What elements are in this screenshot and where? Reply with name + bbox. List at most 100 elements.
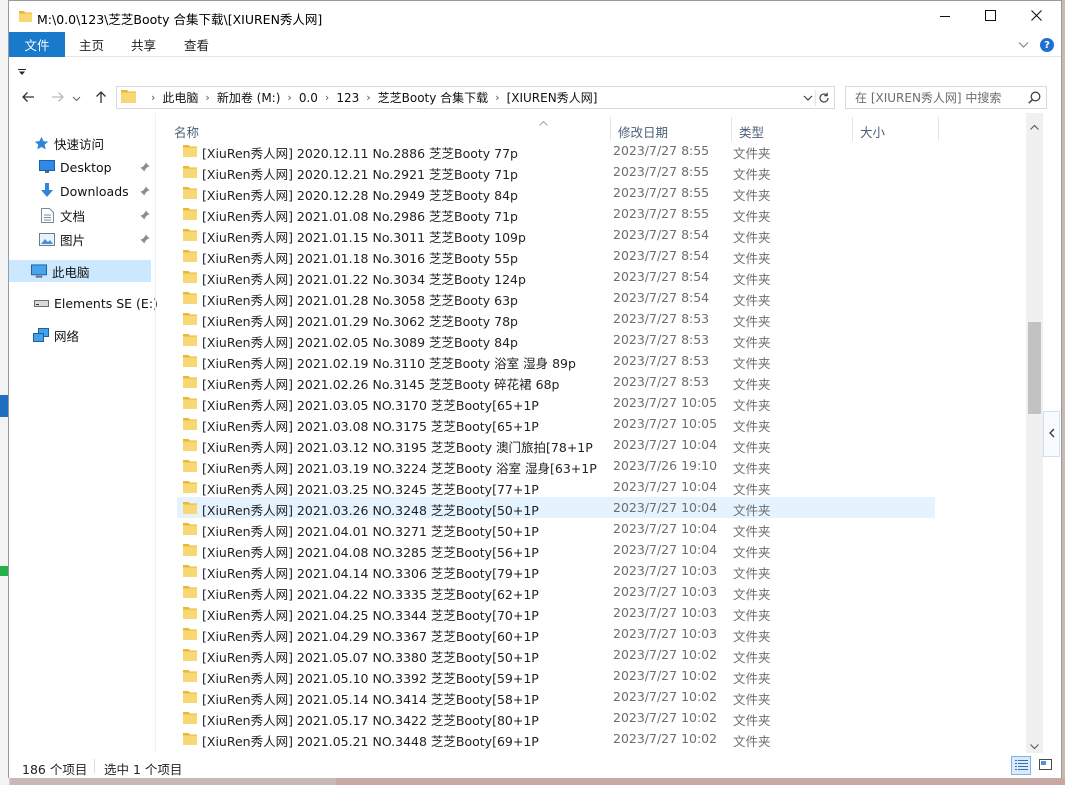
title-bar[interactable]: M:\0.0\123\芝芝Booty 合集下载\[XIUREN秀人网] bbox=[9, 1, 1061, 32]
file-row[interactable]: [XiuRen秀人网] 2020.12.11 No.2886 芝芝Booty 7… bbox=[177, 140, 935, 161]
column-header-type[interactable]: 类型 bbox=[739, 122, 764, 141]
file-row[interactable]: [XiuRen秀人网] 2021.05.10 NO.3392 芝芝Booty[5… bbox=[177, 665, 935, 686]
help-icon[interactable]: ? bbox=[1040, 38, 1054, 52]
breadcrumb-separator-icon[interactable]: › bbox=[495, 91, 499, 104]
file-row[interactable]: [XiuRen秀人网] 2021.03.25 NO.3245 芝芝Booty[7… bbox=[177, 476, 935, 497]
pin-icon[interactable] bbox=[140, 208, 150, 223]
file-name: [XiuRen秀人网] 2020.12.21 No.2921 芝芝Booty 7… bbox=[202, 167, 518, 182]
folder-icon bbox=[183, 522, 197, 538]
tab-home[interactable]: 主页 bbox=[79, 32, 104, 57]
large-icons-view-button[interactable] bbox=[1035, 756, 1055, 775]
preview-pane-toggle[interactable] bbox=[1043, 411, 1060, 457]
column-divider[interactable] bbox=[938, 117, 939, 141]
file-row[interactable]: [XiuRen秀人网] 2021.04.22 NO.3335 芝芝Booty[6… bbox=[177, 581, 935, 602]
file-row[interactable]: [XiuRen秀人网] 2021.03.19 NO.3224 芝芝Booty 浴… bbox=[177, 455, 935, 476]
file-row[interactable]: [XiuRen秀人网] 2021.01.28 No.3058 芝芝Booty 6… bbox=[177, 287, 935, 308]
file-row[interactable]: [XiuRen秀人网] 2021.02.05 No.3089 芝芝Booty 8… bbox=[177, 329, 935, 350]
minimize-button[interactable] bbox=[922, 1, 968, 32]
folder-icon bbox=[183, 480, 197, 496]
breadcrumb-separator-icon[interactable]: › bbox=[287, 91, 291, 104]
scroll-down-arrow-icon[interactable] bbox=[1030, 739, 1039, 753]
file-row[interactable]: [XiuRen秀人网] 2020.12.28 No.2949 芝芝Booty 8… bbox=[177, 182, 935, 203]
tab-file[interactable]: 文件 bbox=[9, 32, 65, 57]
pin-icon[interactable] bbox=[140, 232, 150, 247]
up-button[interactable] bbox=[92, 89, 110, 107]
breadcrumb-separator-icon[interactable]: › bbox=[205, 91, 209, 104]
column-header-date[interactable]: 修改日期 bbox=[618, 122, 668, 141]
star-icon bbox=[33, 135, 49, 151]
breadcrumb-folder-collection[interactable]: 芝芝Booty 合集下载 bbox=[378, 89, 489, 106]
nav-item-documents[interactable]: 文档 bbox=[39, 204, 155, 226]
file-date: 2023/7/27 10:02 bbox=[613, 689, 718, 704]
back-button[interactable] bbox=[19, 89, 37, 107]
window-title: M:\0.0\123\芝芝Booty 合集下载\[XIUREN秀人网] bbox=[37, 12, 323, 27]
expand-ribbon-chevron-icon[interactable] bbox=[1018, 38, 1029, 52]
file-row[interactable]: [XiuRen秀人网] 2021.03.26 NO.3248 芝芝Booty[5… bbox=[177, 497, 935, 518]
search-input[interactable] bbox=[846, 87, 1026, 108]
nav-item-pictures[interactable]: 图片 bbox=[39, 228, 155, 250]
breadcrumb-current-folder[interactable]: [XIUREN秀人网] bbox=[507, 89, 598, 106]
file-row[interactable]: [XiuRen秀人网] 2021.03.12 NO.3195 芝芝Booty 澳… bbox=[177, 434, 935, 455]
address-dropdown-chevron-icon[interactable] bbox=[803, 91, 813, 105]
nav-item-downloads[interactable]: Downloads bbox=[39, 180, 155, 202]
scrollbar-thumb[interactable] bbox=[1028, 322, 1041, 414]
vertical-scrollbar[interactable] bbox=[1026, 113, 1043, 753]
file-row[interactable]: [XiuRen秀人网] 2021.05.14 NO.3414 芝芝Booty[5… bbox=[177, 686, 935, 707]
file-row[interactable]: [XiuRen秀人网] 2021.02.19 No.3110 芝芝Booty 浴… bbox=[177, 350, 935, 371]
details-view-button[interactable] bbox=[1011, 756, 1031, 775]
file-row[interactable]: [XiuRen秀人网] 2021.01.22 No.3034 芝芝Booty 1… bbox=[177, 266, 935, 287]
file-row[interactable]: [XiuRen秀人网] 2021.04.29 NO.3367 芝芝Booty[6… bbox=[177, 623, 935, 644]
file-row[interactable]: [XiuRen秀人网] 2021.04.08 NO.3285 芝芝Booty[5… bbox=[177, 539, 935, 560]
customize-toolbar-arrow-icon[interactable] bbox=[18, 65, 27, 79]
file-row[interactable]: [XiuRen秀人网] 2021.01.15 No.3011 芝芝Booty 1… bbox=[177, 224, 935, 245]
nav-item-desktop[interactable]: Desktop bbox=[39, 156, 155, 178]
file-row[interactable]: [XiuRen秀人网] 2021.02.26 No.3145 芝芝Booty 碎… bbox=[177, 371, 935, 392]
search-box[interactable] bbox=[845, 86, 1047, 109]
column-header-size[interactable]: 大小 bbox=[860, 122, 885, 141]
breadcrumb-folder-0-0[interactable]: 0.0 bbox=[299, 91, 318, 105]
file-row[interactable]: [XiuRen秀人网] 2021.03.08 NO.3175 芝芝Booty[6… bbox=[177, 413, 935, 434]
close-button[interactable] bbox=[1013, 1, 1059, 32]
breadcrumb-drive[interactable]: 新加卷 (M:) bbox=[217, 89, 281, 106]
file-row[interactable]: [XiuRen秀人网] 2021.03.05 NO.3170 芝芝Booty[6… bbox=[177, 392, 935, 413]
breadcrumb-this-pc[interactable]: 此电脑 bbox=[162, 89, 198, 106]
file-row[interactable]: [XiuRen秀人网] 2021.01.18 No.3016 芝芝Booty 5… bbox=[177, 245, 935, 266]
refresh-icon[interactable] bbox=[815, 90, 832, 106]
sort-ascending-icon bbox=[539, 115, 548, 129]
breadcrumb-separator-icon[interactable]: › bbox=[325, 91, 329, 104]
file-date: 2023/7/27 8:54 bbox=[613, 290, 710, 305]
nav-item-network[interactable]: 网络 bbox=[33, 324, 79, 346]
file-row[interactable]: [XiuRen秀人网] 2021.04.01 NO.3271 芝芝Booty[5… bbox=[177, 518, 935, 539]
breadcrumb-folder-123[interactable]: 123 bbox=[336, 91, 359, 105]
pane-divider[interactable] bbox=[155, 113, 156, 753]
up-arrow-icon bbox=[95, 90, 107, 107]
file-row[interactable]: [XiuRen秀人网] 2021.04.25 NO.3344 芝芝Booty[7… bbox=[177, 602, 935, 623]
folder-icon bbox=[183, 459, 197, 475]
column-header-name[interactable]: 名称 bbox=[174, 122, 199, 141]
tab-view[interactable]: 查看 bbox=[184, 32, 209, 57]
tab-share[interactable]: 共享 bbox=[131, 32, 156, 57]
pin-icon[interactable] bbox=[140, 184, 150, 199]
nav-item-external-drive[interactable]: Elements SE (E:) bbox=[33, 292, 158, 314]
file-row[interactable]: [XiuRen秀人网] 2021.01.08 No.2986 芝芝Booty 7… bbox=[177, 203, 935, 224]
maximize-button[interactable] bbox=[967, 1, 1013, 32]
nav-item-quick-access[interactable]: 快速访问 bbox=[33, 132, 104, 154]
file-row[interactable]: [XiuRen秀人网] 2021.01.29 No.3062 芝芝Booty 7… bbox=[177, 308, 935, 329]
file-row[interactable]: [XiuRen秀人网] 2020.12.21 No.2921 芝芝Booty 7… bbox=[177, 161, 935, 182]
file-row[interactable]: [XiuRen秀人网] 2021.05.17 NO.3422 芝芝Booty[8… bbox=[177, 707, 935, 728]
search-icon[interactable] bbox=[1028, 91, 1041, 107]
column-divider[interactable] bbox=[610, 117, 611, 141]
file-row[interactable]: [XiuRen秀人网] 2021.05.07 NO.3380 芝芝Booty[5… bbox=[177, 644, 935, 665]
file-row[interactable]: [XiuRen秀人网] 2021.05.21 NO.3448 芝芝Booty[6… bbox=[177, 728, 935, 749]
breadcrumb-separator-icon[interactable]: › bbox=[151, 91, 155, 104]
forward-button[interactable] bbox=[49, 89, 67, 107]
column-divider[interactable] bbox=[852, 117, 853, 141]
pin-icon[interactable] bbox=[140, 160, 150, 175]
file-row[interactable]: [XiuRen秀人网] 2021.04.14 NO.3306 芝芝Booty[7… bbox=[177, 560, 935, 581]
nav-item-this-pc[interactable]: 此电脑 bbox=[9, 260, 151, 282]
column-divider[interactable] bbox=[731, 117, 732, 141]
scroll-up-arrow-icon[interactable] bbox=[1030, 119, 1039, 133]
address-bar[interactable]: › 此电脑 › 新加卷 (M:) › 0.0 › 123 › 芝芝Booty 合… bbox=[116, 86, 835, 109]
breadcrumb-separator-icon[interactable]: › bbox=[366, 91, 370, 104]
recent-locations-button[interactable] bbox=[67, 89, 85, 107]
